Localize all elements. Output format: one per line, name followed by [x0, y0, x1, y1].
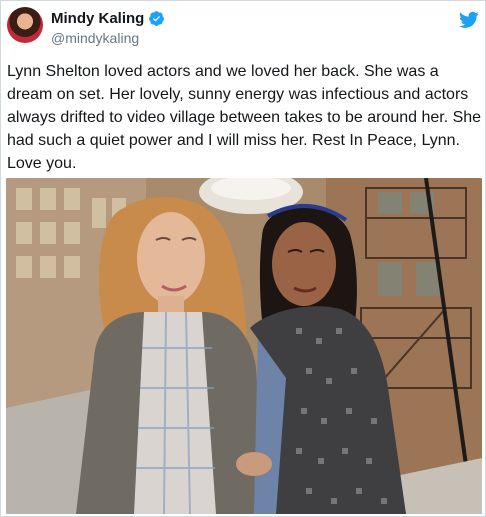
tweet-text: Lynn Shelton loved actors and we loved h…	[7, 60, 481, 175]
twitter-bird-icon[interactable]	[459, 11, 479, 29]
display-name[interactable]: Mindy Kaling	[51, 10, 144, 27]
tweet-header: Mindy Kaling @mindykaling	[7, 7, 481, 47]
tweet-line: Lynn Shelton loved actors and we loved h…	[7, 63, 439, 80]
photo-two-women-icon	[6, 178, 482, 514]
author-names: Mindy Kaling @mindykaling	[51, 9, 165, 47]
tweet-line: always drifted to video village between …	[7, 109, 482, 126]
display-name-row: Mindy Kaling	[51, 9, 165, 27]
handle[interactable]: @mindykaling	[51, 29, 165, 47]
tweet-photo[interactable]	[6, 178, 482, 514]
tweet-line: Love you.	[7, 155, 77, 172]
tweet-line: dream on set. Her lovely, sunny energy w…	[7, 86, 469, 103]
tweet-line: had such a quiet power and I will miss h…	[7, 132, 460, 149]
profile-avatar[interactable]	[7, 7, 43, 43]
tweet-card: Mindy Kaling @mindykaling Lynn Shelton l…	[0, 0, 486, 517]
verified-badge-icon	[149, 10, 165, 26]
